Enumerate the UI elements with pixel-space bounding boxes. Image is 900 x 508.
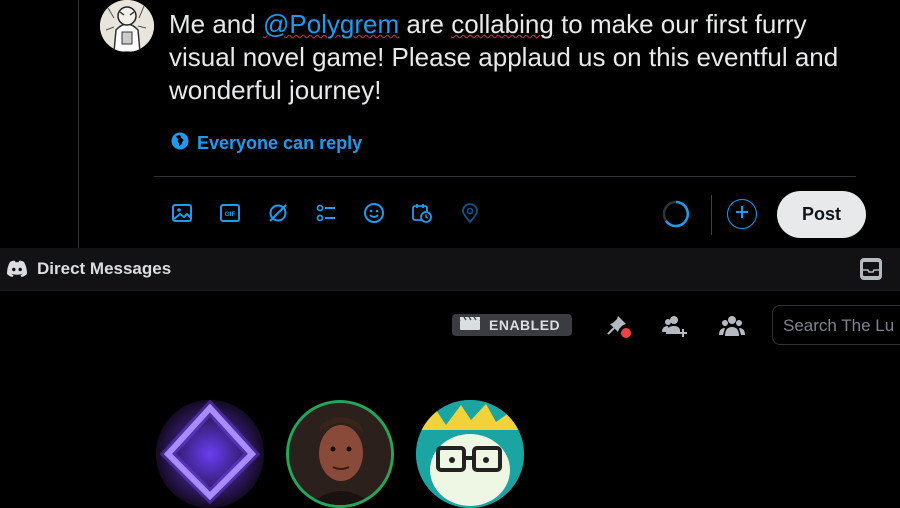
- tweet-text[interactable]: Me and @Polygrem are collabing to make o…: [169, 8, 869, 107]
- divider: [154, 176, 856, 177]
- toolbar-separator: [711, 195, 712, 235]
- plus-icon: [735, 205, 749, 224]
- poll-icon[interactable]: [314, 200, 338, 226]
- reply-setting-label: Everyone can reply: [197, 133, 363, 153]
- post-button[interactable]: Post: [777, 191, 866, 238]
- pin-icon[interactable]: [606, 312, 634, 340]
- clapperboard-icon: [459, 316, 481, 335]
- tweet-text-part: Me and: [169, 9, 263, 39]
- badge-label: ENABLED: [489, 317, 561, 333]
- location-icon[interactable]: [458, 200, 482, 226]
- svg-text:GIF: GIF: [225, 211, 236, 218]
- mention-link[interactable]: @Polygrem: [263, 9, 399, 39]
- reply-setting-button[interactable]: Everyone can reply: [171, 132, 362, 155]
- compose-toolbar: GIF: [170, 200, 506, 226]
- status-badge[interactable]: ENABLED: [452, 314, 572, 336]
- avatar[interactable]: [286, 400, 394, 508]
- character-count-ring: [662, 200, 690, 228]
- members-icon[interactable]: [718, 312, 746, 340]
- avatar[interactable]: [156, 400, 264, 508]
- image-icon[interactable]: [170, 200, 194, 226]
- user-avatar[interactable]: [100, 0, 154, 52]
- schedule-icon[interactable]: [410, 200, 434, 226]
- inbox-icon[interactable]: [860, 258, 882, 280]
- thread-line: [78, 0, 79, 248]
- discord-logo-icon: [6, 260, 28, 278]
- discord-titlebar: Direct Messages: [0, 248, 900, 291]
- gif-icon[interactable]: GIF: [218, 200, 242, 226]
- add-friend-icon[interactable]: [661, 312, 689, 340]
- misspelled-word: collabing: [451, 9, 554, 39]
- grok-icon[interactable]: [266, 200, 290, 226]
- search-input[interactable]: Search The Lu: [772, 305, 900, 345]
- avatar[interactable]: [416, 400, 524, 508]
- tweet-text-part: are: [399, 9, 452, 39]
- tweet-composer: Me and @Polygrem are collabing to make o…: [0, 0, 900, 248]
- globe-icon: [171, 132, 189, 155]
- emoji-icon[interactable]: [362, 200, 386, 226]
- window-title: Direct Messages: [37, 259, 172, 278]
- add-thread-button[interactable]: [727, 199, 757, 229]
